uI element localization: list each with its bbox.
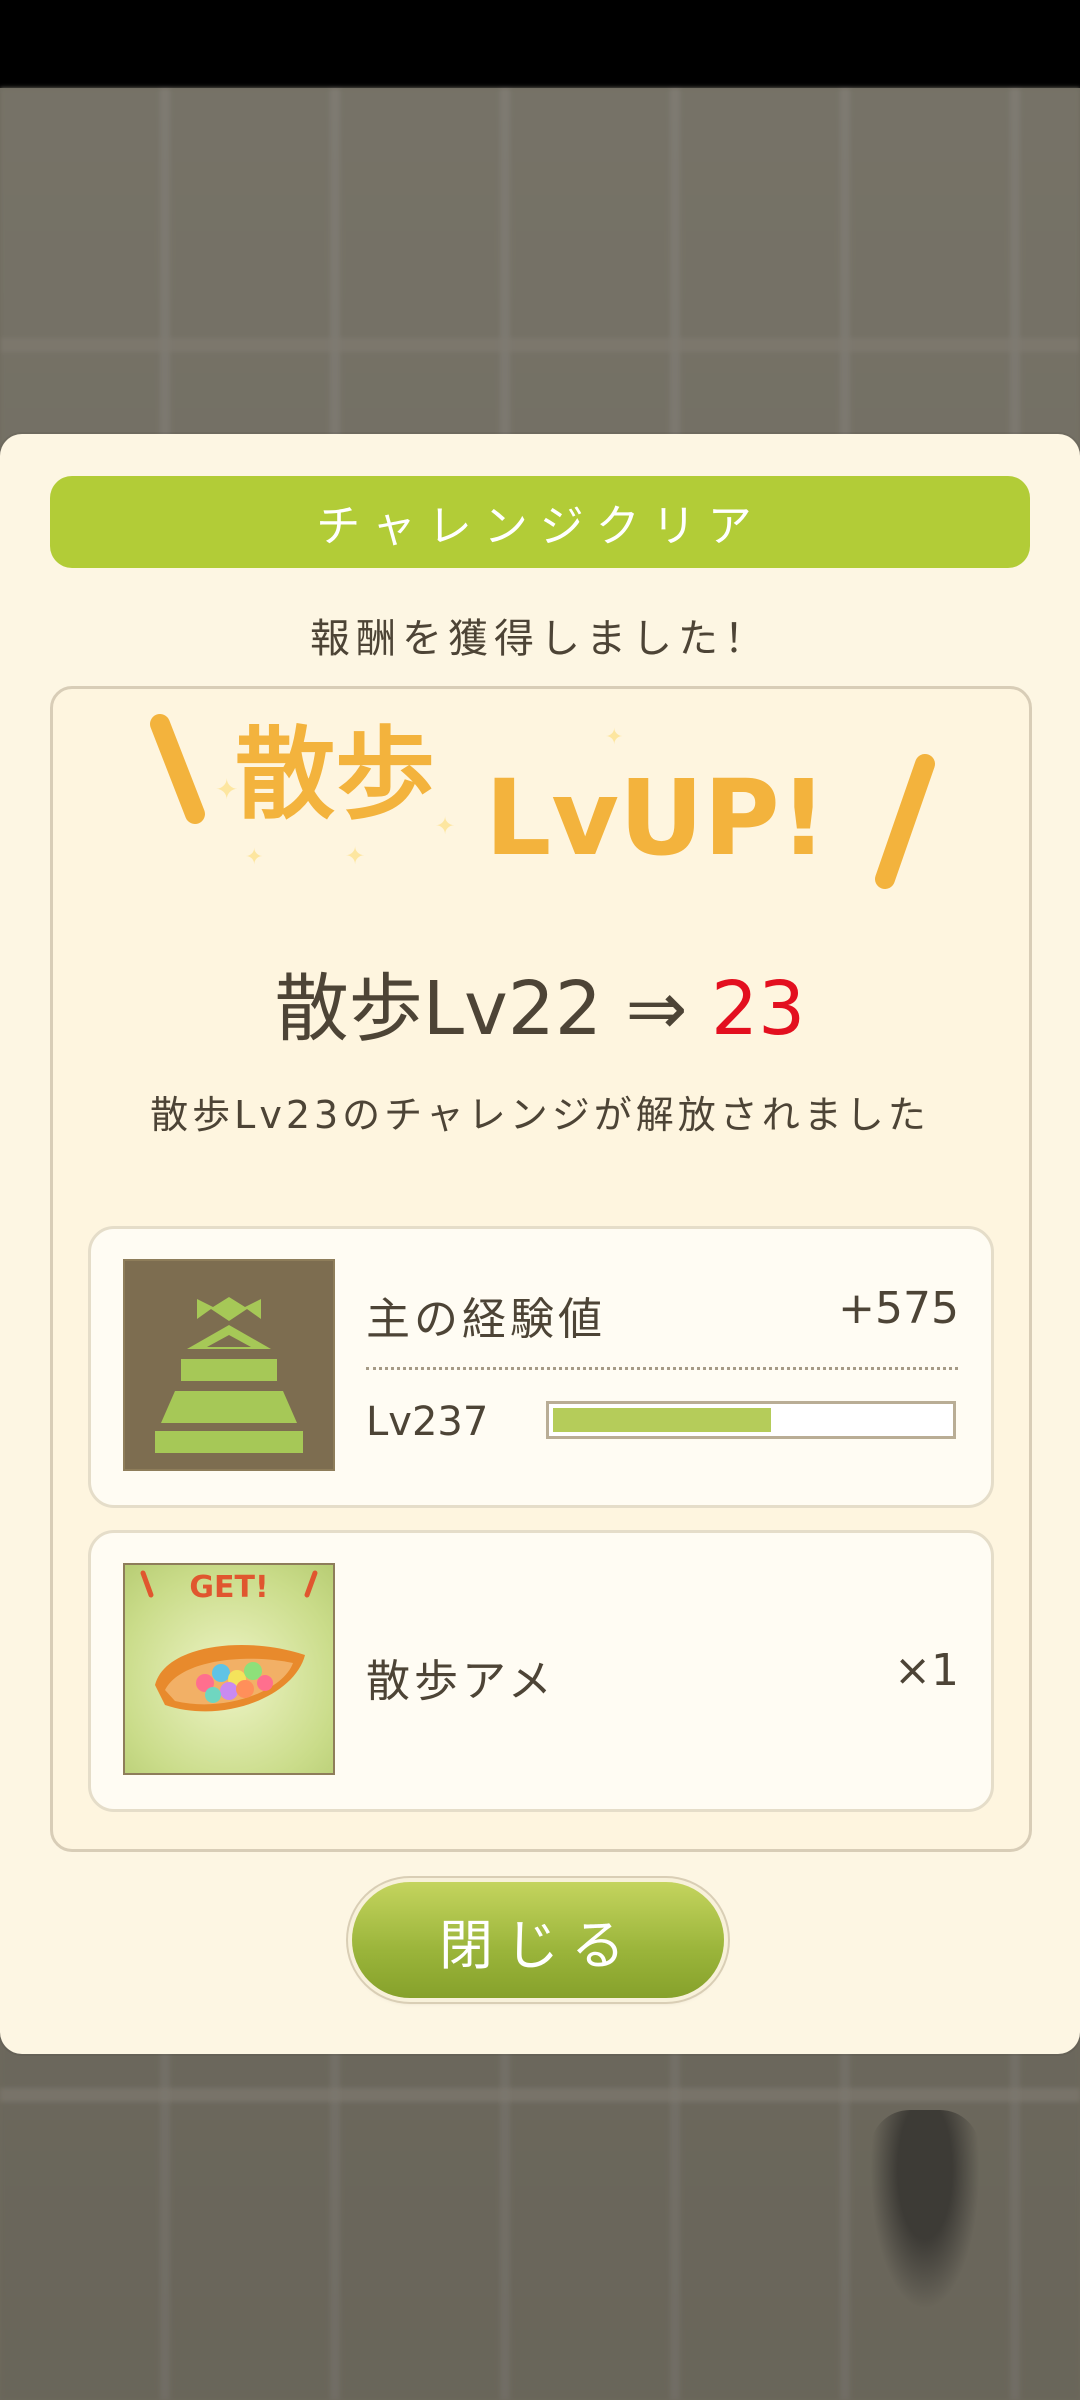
arrow: ⇒ — [625, 966, 688, 1052]
dialog-header: チャレンジクリア — [50, 476, 1030, 568]
reward-card-item: GET! 散歩アメ ×1 — [88, 1530, 994, 1812]
close-button[interactable]: 閉じる — [352, 1882, 724, 1998]
close-button-label: 閉じる — [439, 1913, 637, 1977]
unlock-message: 散歩Lv23のチャレンジが解放されました — [150, 1093, 930, 1137]
castle-icon — [123, 1259, 335, 1471]
status-bar — [0, 0, 1080, 88]
dotted-divider — [366, 1367, 958, 1370]
level-change: 散歩Lv22 ⇒ 23 — [0, 949, 1080, 1056]
background-stripe — [0, 338, 1080, 352]
dialog-title: チャレンジクリア — [316, 501, 764, 552]
background-stripe — [0, 2088, 1080, 2102]
old-level: 散歩Lv22 — [274, 966, 602, 1052]
background-character — [870, 2110, 980, 2310]
item-label: 散歩アメ — [366, 1656, 556, 1707]
player-level: Lv237 — [366, 1399, 489, 1445]
candy-plate-icon: GET! — [123, 1563, 335, 1775]
experience-label: 主の経験値 — [366, 1294, 606, 1345]
experience-progress-fill — [553, 1408, 771, 1432]
banner-slash-left — [150, 714, 205, 824]
get-badge: GET! — [189, 1570, 268, 1605]
sparkle-icon: ✦ — [435, 812, 455, 840]
sparkle-icon: ✦ — [345, 842, 365, 870]
reward-subtitle: 報酬を獲得しました！ — [310, 616, 770, 662]
new-level: 23 — [711, 966, 806, 1052]
level-up-banner: 散歩 LvUP! ✦ ✦ ✦ ✦ ✦ — [150, 714, 935, 889]
sparkle-icon: ✦ — [605, 725, 623, 750]
banner-lvup: LvUP! — [485, 757, 827, 879]
sparkle-icon: ✦ — [245, 845, 263, 870]
experience-progress-bar — [546, 1401, 956, 1439]
item-quantity: ×1 — [894, 1645, 959, 1696]
banner-slash-right — [875, 754, 935, 889]
sparkle-icon: ✦ — [215, 773, 238, 806]
experience-value: +575 — [838, 1283, 959, 1334]
banner-kanji: 散歩 — [235, 716, 435, 833]
reward-card-experience: 主の経験値 +575 Lv237 — [88, 1226, 994, 1508]
challenge-clear-dialog: チャレンジクリア 報酬を獲得しました！ 散歩 LvUP! ✦ ✦ ✦ ✦ ✦ 散… — [0, 434, 1080, 2054]
